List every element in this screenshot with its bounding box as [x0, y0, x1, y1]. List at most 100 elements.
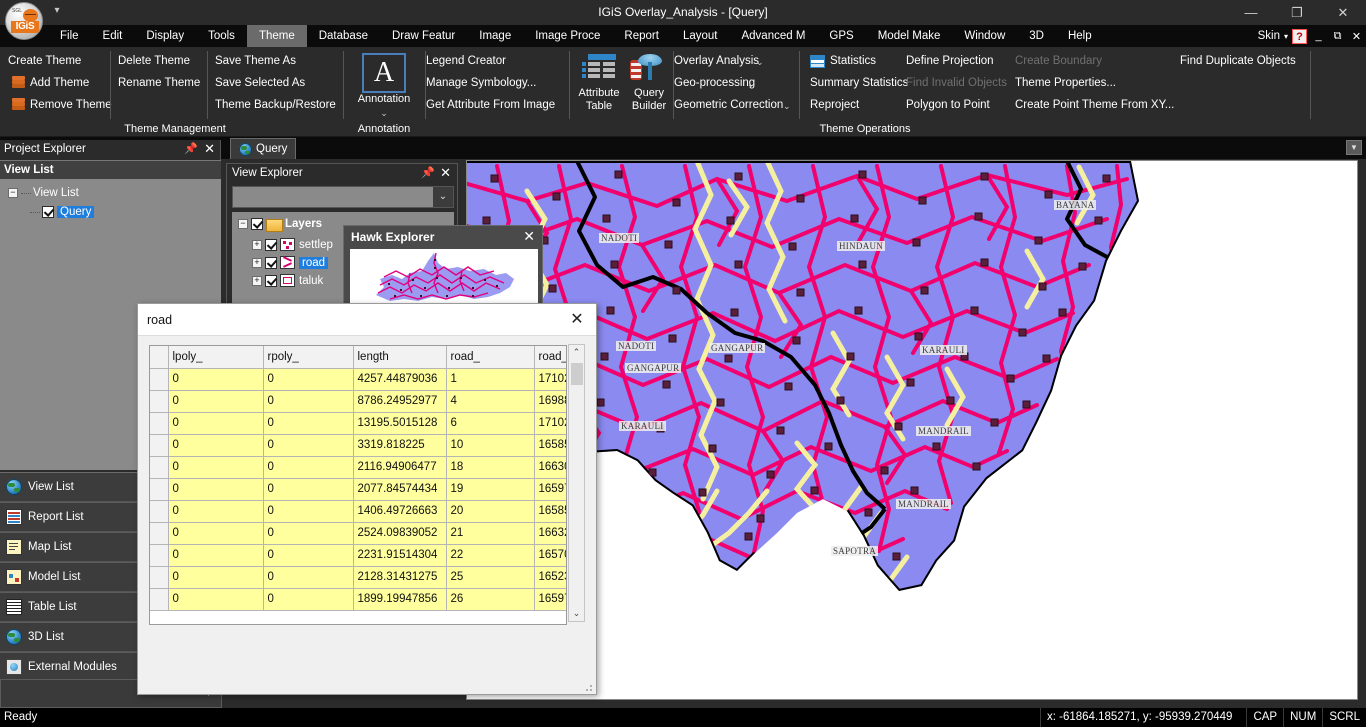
cell-road-id[interactable]: 17102 [534, 412, 566, 435]
row-selector[interactable] [150, 412, 169, 435]
cell-length[interactable]: 2128.31431275 [353, 566, 447, 589]
cell-rpoly[interactable]: 0 [263, 544, 354, 567]
theme-properties-command[interactable]: Theme Properties... [1015, 76, 1116, 90]
menu-help[interactable]: Help [1056, 25, 1104, 47]
legend-creator-command[interactable]: Legend Creator [426, 54, 506, 68]
attribute-table-button-line1[interactable]: Attribute [570, 87, 628, 99]
cell-length[interactable]: 2077.84574434 [353, 478, 447, 501]
rename-theme-command[interactable]: Rename Theme [118, 76, 200, 90]
row-selector[interactable] [150, 544, 169, 567]
cell-road[interactable]: 20 [446, 500, 535, 523]
col-header-lpoly[interactable]: lpoly_ [168, 346, 264, 369]
create-theme-command[interactable]: Create Theme [8, 54, 81, 68]
maximize-restore-button[interactable]: ❐ [1274, 0, 1320, 25]
cell-rpoly[interactable]: 0 [263, 390, 354, 413]
cell-road-id[interactable]: 16585 [534, 500, 566, 523]
quick-access-toolbar-icon[interactable]: ▾ [50, 4, 64, 18]
menu-display[interactable]: Display [134, 25, 196, 47]
cell-road-id[interactable]: 16570 [534, 544, 566, 567]
cell-length[interactable]: 3319.818225 [353, 434, 447, 457]
col-header-length[interactable]: length [353, 346, 447, 369]
menu-window[interactable]: Window [952, 25, 1017, 47]
cell-length[interactable]: 2116.94906477 [353, 456, 447, 479]
cell-road[interactable]: 6 [446, 412, 535, 435]
view-explorer-combo[interactable]: ⌄ [232, 186, 454, 208]
cell-rpoly[interactable]: 0 [263, 566, 354, 589]
grid-vertical-scrollbar[interactable]: ⌃ ⌄ [568, 344, 585, 622]
expand-icon[interactable]: + [252, 257, 262, 268]
menu-tools[interactable]: Tools [196, 25, 247, 47]
cell-road[interactable]: 25 [446, 566, 535, 589]
sidebar-item-map-list[interactable]: Map List [0, 532, 137, 562]
cell-lpoly[interactable]: 0 [168, 434, 264, 457]
cell-road[interactable]: 4 [446, 390, 535, 413]
menu-advanced-modules[interactable]: Advanced M [729, 25, 817, 47]
col-header-rownum[interactable] [150, 346, 169, 369]
cell-length[interactable]: 8786.24952977 [353, 390, 447, 413]
col-header-road[interactable]: road_ [446, 346, 535, 369]
cell-lpoly[interactable]: 0 [168, 522, 264, 545]
chevron-down-icon[interactable]: ⌄ [350, 107, 418, 119]
cell-road[interactable]: 10 [446, 434, 535, 457]
cell-road[interactable]: 19 [446, 478, 535, 501]
cell-rpoly[interactable]: 0 [263, 522, 354, 545]
query-builder-button-line2[interactable]: Builder [626, 100, 672, 112]
cell-length[interactable]: 1899.19947856 [353, 588, 447, 611]
cell-lpoly[interactable]: 0 [168, 566, 264, 589]
sidebar-item-table-list[interactable]: Table List [0, 592, 137, 622]
menu-model-maker[interactable]: Model Make [866, 25, 953, 47]
save-theme-as-command[interactable]: Save Theme As [215, 54, 296, 68]
menu-theme[interactable]: Theme [246, 25, 307, 47]
row-selector[interactable] [150, 456, 169, 479]
layer-road-checkbox[interactable] [265, 256, 277, 269]
close-icon[interactable]: ✕ [523, 228, 535, 245]
menu-gps[interactable]: GPS [817, 25, 865, 47]
table-row[interactable]: 0 0 2524.09839052 21 16632 [150, 522, 566, 545]
tree-node-view-list[interactable]: − View List [8, 187, 79, 199]
cell-road[interactable]: 22 [446, 544, 535, 567]
row-selector[interactable] [150, 522, 169, 545]
cell-road[interactable]: 26 [446, 588, 535, 611]
cell-rpoly[interactable]: 0 [263, 500, 354, 523]
reproject-command[interactable]: Reproject [810, 98, 859, 112]
expand-icon[interactable]: + [252, 239, 262, 250]
col-header-road-id[interactable]: road_ [534, 346, 566, 369]
collapse-icon[interactable]: − [8, 188, 18, 198]
menu-report[interactable]: Report [612, 25, 671, 47]
cell-length[interactable]: 4257.44879036 [353, 368, 447, 391]
mdi-restore-button[interactable]: ⧉ [1330, 30, 1345, 43]
row-selector[interactable] [150, 500, 169, 523]
expand-icon[interactable]: + [252, 275, 262, 286]
statistics-command[interactable]: Statistics [830, 54, 876, 68]
minimize-button[interactable]: — [1228, 0, 1274, 25]
chevron-down-icon[interactable]: ⌄ [783, 99, 791, 113]
resize-grip-icon[interactable] [583, 682, 593, 692]
layer-settlep-checkbox[interactable] [265, 238, 277, 251]
create-point-theme-from-xy-command[interactable]: Create Point Theme From XY... [1015, 98, 1174, 112]
collapse-icon[interactable]: − [238, 219, 248, 229]
cell-lpoly[interactable]: 0 [168, 500, 264, 523]
skin-label[interactable]: Skin [1258, 30, 1280, 42]
cell-road-id[interactable]: 16988 [534, 390, 566, 413]
attribute-table-button-line2[interactable]: Table [570, 100, 628, 112]
hawk-explorer-overview-map[interactable] [350, 249, 538, 311]
table-row[interactable]: 0 0 1406.49726663 20 16585 [150, 500, 566, 523]
mdi-minimize-button[interactable]: _ [1311, 30, 1326, 42]
cell-road-id[interactable]: 16585 [534, 434, 566, 457]
manage-symbology-command[interactable]: Manage Symbology... [426, 76, 536, 90]
cell-road[interactable]: 21 [446, 522, 535, 545]
mdi-close-button[interactable]: ✕ [1349, 30, 1364, 43]
chevron-down-icon[interactable]: ⌄ [756, 55, 764, 69]
get-attribute-from-image-command[interactable]: Get Attribute From Image [426, 98, 555, 112]
cell-road-id[interactable]: 17102 [534, 368, 566, 391]
cell-rpoly[interactable]: 0 [263, 456, 354, 479]
close-icon[interactable]: ✕ [564, 309, 590, 331]
row-selector[interactable] [150, 368, 169, 391]
road-attribute-grid[interactable]: lpoly_ rpoly_ length road_ road_ 0 0 425… [149, 345, 567, 625]
cell-road[interactable]: 1 [446, 368, 535, 391]
summary-statistics-command[interactable]: Summary Statistics [810, 76, 908, 90]
remove-theme-command[interactable]: Remove Theme [30, 98, 112, 112]
geometric-correction-command[interactable]: Geometric Correction [674, 98, 783, 112]
cell-lpoly[interactable]: 0 [168, 368, 264, 391]
layer-item-road[interactable]: + road [252, 256, 329, 269]
